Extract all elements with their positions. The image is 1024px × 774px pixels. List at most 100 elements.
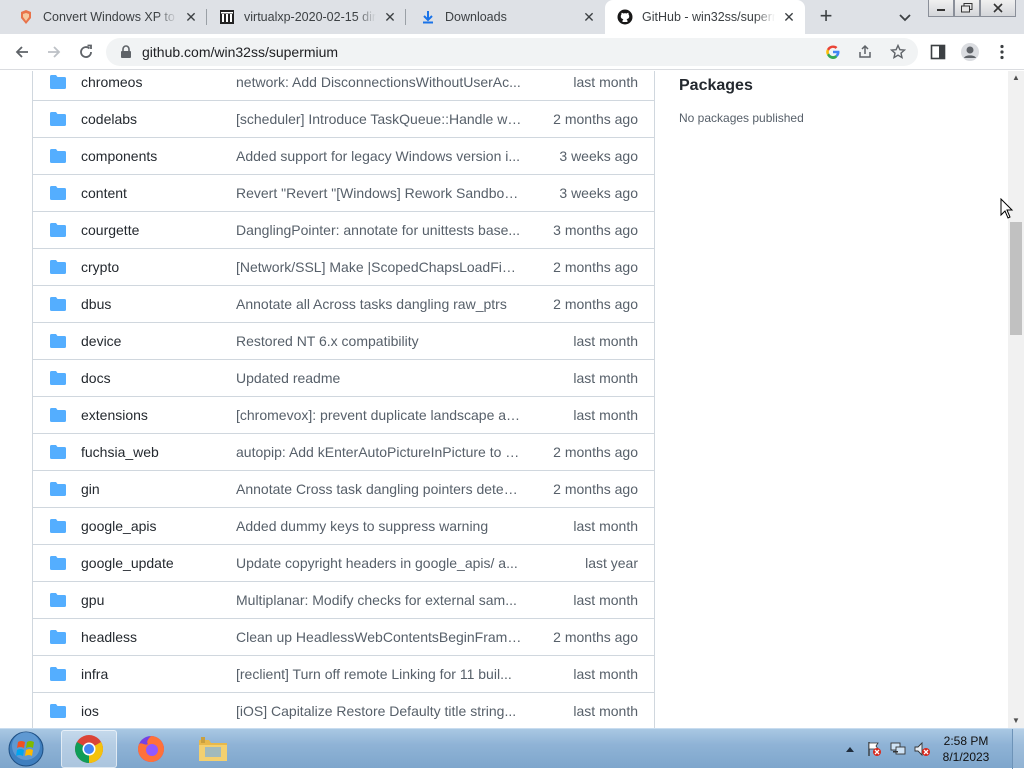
- commit-message-link[interactable]: [iOS] Capitalize Restore Defaulty title …: [236, 703, 522, 719]
- commit-message-link[interactable]: Added dummy keys to suppress warning: [236, 518, 522, 534]
- share-icon[interactable]: [856, 43, 874, 61]
- taskbar: 2:58 PM 8/1/2023: [0, 728, 1024, 769]
- tab-virtualxp-directory[interactable]: virtualxp-2020-02-15 dire ✕: [207, 0, 406, 34]
- folder-name-link[interactable]: courgette: [81, 222, 139, 238]
- file-row[interactable]: google_apis Added dummy keys to suppress …: [33, 507, 654, 544]
- google-lens-icon[interactable]: [824, 43, 842, 61]
- commit-message-link[interactable]: Restored NT 6.x compatibility: [236, 333, 522, 349]
- reload-icon[interactable]: [74, 40, 98, 64]
- tab-close-icon[interactable]: ✕: [183, 9, 199, 25]
- folder-name-link[interactable]: crypto: [81, 259, 119, 275]
- minimize-icon[interactable]: [928, 0, 954, 17]
- vertical-scrollbar[interactable]: ▲ ▼: [1008, 71, 1024, 728]
- folder-name-link[interactable]: headless: [81, 629, 137, 645]
- folder-name-link[interactable]: codelabs: [81, 111, 137, 127]
- file-row[interactable]: dbus Annotate all Across tasks dangling r…: [33, 285, 654, 322]
- scrollbar-thumb[interactable]: [1010, 222, 1022, 335]
- folder-name-link[interactable]: gin: [81, 481, 100, 497]
- new-tab-button[interactable]: +: [814, 5, 838, 29]
- file-row[interactable]: gin Annotate Cross task dangling pointers…: [33, 470, 654, 507]
- file-row[interactable]: infra [reclient] Turn off remote Linking …: [33, 655, 654, 692]
- file-row[interactable]: crypto [Network/SSL] Make |ScopedChapsLoa…: [33, 248, 654, 285]
- folder-name-link[interactable]: google_apis: [81, 518, 157, 534]
- commit-age: 3 weeks ago: [559, 148, 638, 164]
- folder-name-link[interactable]: extensions: [81, 407, 148, 423]
- file-row[interactable]: codelabs [scheduler] Introduce TaskQueue:…: [33, 100, 654, 137]
- network-icon[interactable]: [888, 739, 908, 759]
- folder-icon: [50, 556, 66, 570]
- scroll-up-arrow-icon[interactable]: ▲: [1008, 71, 1024, 85]
- file-row[interactable]: fuchsia_web autopip: Add kEnterAutoPictur…: [33, 433, 654, 470]
- file-row[interactable]: headless Clean up HeadlessWebContentsBegi…: [33, 618, 654, 655]
- folder-name-link[interactable]: chromeos: [81, 74, 142, 90]
- commit-message-link[interactable]: Annotate all Across tasks dangling raw_p…: [236, 296, 522, 312]
- commit-message-link[interactable]: [Network/SSL] Make |ScopedChapsLoadFixu.…: [236, 259, 522, 275]
- commit-message-link[interactable]: Annotate Cross task dangling pointers de…: [236, 481, 522, 497]
- folder-name-link[interactable]: components: [81, 148, 157, 164]
- folder-name-link[interactable]: dbus: [81, 296, 111, 312]
- page-content: chromeos network: Add DisconnectionsWitho…: [0, 71, 1008, 728]
- file-row[interactable]: gpu Multiplanar: Modify checks for extern…: [33, 581, 654, 618]
- folder-name-link[interactable]: device: [81, 333, 121, 349]
- close-window-icon[interactable]: [980, 0, 1016, 17]
- commit-message-link[interactable]: [reclient] Turn off remote Linking for 1…: [236, 666, 522, 682]
- file-row[interactable]: ios [iOS] Capitalize Restore Defaulty tit…: [33, 692, 654, 728]
- commit-message-link[interactable]: [scheduler] Introduce TaskQueue::Handle …: [236, 111, 522, 127]
- file-row[interactable]: docs Updated readme last month: [33, 359, 654, 396]
- commit-message-link[interactable]: Added support for legacy Windows version…: [236, 148, 522, 164]
- lock-icon[interactable]: [120, 45, 132, 64]
- system-clock[interactable]: 2:58 PM 8/1/2023: [936, 733, 996, 765]
- tab-close-icon[interactable]: ✕: [781, 9, 797, 25]
- commit-message-link[interactable]: [chromevox]: prevent duplicate landscape…: [236, 407, 522, 423]
- folder-name-link[interactable]: content: [81, 185, 127, 201]
- commit-message-link[interactable]: network: Add DisconnectionsWithoutUserAc…: [236, 74, 522, 90]
- start-button[interactable]: [6, 729, 46, 769]
- file-row[interactable]: courgette DanglingPointer: annotate for u…: [33, 211, 654, 248]
- folder-name-link[interactable]: infra: [81, 666, 108, 682]
- taskbar-firefox-icon[interactable]: [123, 730, 179, 768]
- file-row[interactable]: google_update Update copyright headers in…: [33, 544, 654, 581]
- restore-icon[interactable]: [954, 0, 980, 17]
- commit-message-link[interactable]: autopip: Add kEnterAutoPictureInPicture …: [236, 444, 522, 460]
- folder-name-link[interactable]: ios: [81, 703, 99, 719]
- commit-message-link[interactable]: Update copyright headers in google_apis/…: [236, 555, 522, 571]
- scroll-down-arrow-icon[interactable]: ▼: [1008, 714, 1024, 728]
- folder-name-link[interactable]: google_update: [81, 555, 174, 571]
- commit-message-link[interactable]: Clean up HeadlessWebContentsBeginFrame..…: [236, 629, 522, 645]
- folder-name-link[interactable]: gpu: [81, 592, 104, 608]
- volume-muted-icon[interactable]: [912, 739, 932, 759]
- profile-avatar-icon[interactable]: [958, 40, 982, 64]
- commit-message-link[interactable]: Revert "Revert "[Windows] Rework Sandbox…: [236, 185, 522, 201]
- file-row[interactable]: device Restored NT 6.x compatibility last …: [33, 322, 654, 359]
- commit-message-link[interactable]: DanglingPointer: annotate for unittests …: [236, 222, 522, 238]
- side-panel-icon[interactable]: [926, 40, 950, 64]
- commit-message-link[interactable]: Multiplanar: Modify checks for external …: [236, 592, 522, 608]
- folder-name-link[interactable]: fuchsia_web: [81, 444, 159, 460]
- file-row[interactable]: chromeos network: Add DisconnectionsWitho…: [33, 71, 654, 100]
- url-text[interactable]: github.com/win32ss/supermium: [142, 44, 338, 60]
- commit-message-link[interactable]: Updated readme: [236, 370, 522, 386]
- tab-downloads[interactable]: Downloads ✕: [406, 0, 605, 34]
- show-desktop-button[interactable]: [1012, 729, 1024, 769]
- file-row[interactable]: components Added support for legacy Windo…: [33, 137, 654, 174]
- folder-icon: [50, 704, 66, 718]
- forward-arrow-icon[interactable]: [42, 40, 66, 64]
- taskbar-chrome-icon[interactable]: [61, 730, 117, 768]
- taskbar-explorer-icon[interactable]: [185, 730, 241, 768]
- tab-github-supermium[interactable]: GitHub - win32ss/superm ✕: [605, 0, 805, 34]
- tab-close-icon[interactable]: ✕: [581, 9, 597, 25]
- packages-heading[interactable]: Packages: [679, 77, 804, 95]
- folder-icon: [50, 186, 66, 200]
- show-hidden-icons-icon[interactable]: [844, 739, 856, 759]
- action-center-flag-icon[interactable]: [864, 739, 884, 759]
- file-row[interactable]: extensions [chromevox]: prevent duplicate…: [33, 396, 654, 433]
- tab-close-icon[interactable]: ✕: [382, 9, 398, 25]
- folder-name-link[interactable]: docs: [81, 370, 111, 386]
- chevron-down-icon[interactable]: [896, 8, 914, 26]
- file-row[interactable]: content Revert "Revert "[Windows] Rework …: [33, 174, 654, 211]
- kebab-menu-icon[interactable]: [990, 40, 1014, 64]
- back-arrow-icon[interactable]: [10, 40, 34, 64]
- tab-convert-windows-xp[interactable]: Convert Windows XP to a ✕: [0, 0, 207, 34]
- bookmark-star-icon[interactable]: [889, 43, 907, 61]
- address-bar[interactable]: github.com/win32ss/supermium: [106, 38, 918, 66]
